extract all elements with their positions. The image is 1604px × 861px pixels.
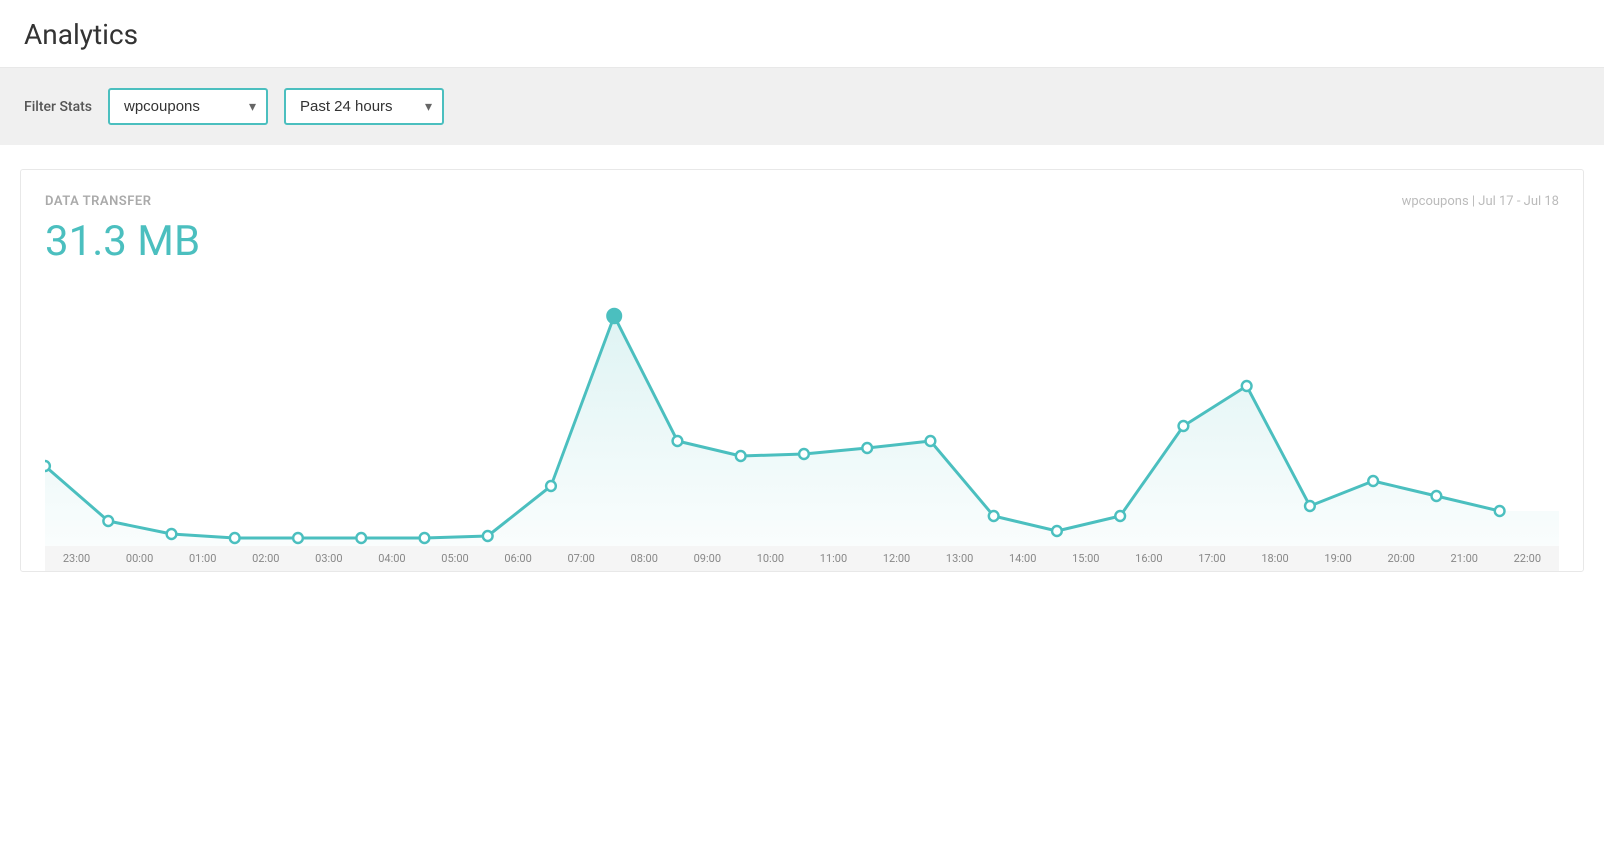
period-select-wrapper: Past 24 hours Past 7 days Past 30 days: [284, 88, 444, 125]
page-header: Analytics: [0, 0, 1604, 68]
x-label-05: 05:00: [423, 552, 486, 565]
x-label-18: 18:00: [1243, 552, 1306, 565]
dot-03: [293, 533, 303, 543]
chart-section: DATA TRANSFER wpcoupons | Jul 17 - Jul 1…: [20, 169, 1584, 572]
dot-06: [483, 531, 493, 541]
dot-08: [607, 309, 621, 323]
site-select-wrapper: wpcoupons: [108, 88, 268, 125]
x-label-22: 22:00: [1496, 552, 1559, 565]
dot-17: [1179, 421, 1189, 431]
x-label-04: 04:00: [360, 552, 423, 565]
x-label-09: 09:00: [676, 552, 739, 565]
x-label-19: 19:00: [1307, 552, 1370, 565]
x-label-07: 07:00: [550, 552, 613, 565]
site-select[interactable]: wpcoupons: [108, 88, 268, 125]
x-label-06: 06:00: [487, 552, 550, 565]
dot-00: [103, 516, 113, 526]
dot-22: [1495, 506, 1505, 516]
dot-09: [673, 436, 683, 446]
x-label-12: 12:00: [865, 552, 928, 565]
x-label-01: 01:00: [171, 552, 234, 565]
chart-header: DATA TRANSFER wpcoupons | Jul 17 - Jul 1…: [45, 194, 1559, 209]
line-chart: [45, 286, 1559, 546]
x-label-20: 20:00: [1370, 552, 1433, 565]
x-label-00: 00:00: [108, 552, 171, 565]
filter-bar: Filter Stats wpcoupons Past 24 hours Pas…: [0, 68, 1604, 145]
dot-04: [356, 533, 366, 543]
dot-19: [1305, 501, 1315, 511]
dot-05: [420, 533, 430, 543]
chart-meta: wpcoupons | Jul 17 - Jul 18: [1402, 194, 1559, 209]
period-select[interactable]: Past 24 hours Past 7 days Past 30 days: [284, 88, 444, 125]
x-label-08: 08:00: [613, 552, 676, 565]
dot-21: [1432, 491, 1442, 501]
x-label-02: 02:00: [234, 552, 297, 565]
dot-13: [926, 436, 936, 446]
x-label-13: 13:00: [928, 552, 991, 565]
dot-23: [45, 461, 50, 471]
chart-value: 31.3 MB: [45, 217, 1559, 286]
dot-11: [799, 449, 809, 459]
x-label-17: 17:00: [1180, 552, 1243, 565]
x-label-10: 10:00: [739, 552, 802, 565]
x-label-15: 15:00: [1054, 552, 1117, 565]
page-title: Analytics: [24, 18, 1580, 51]
x-label-23: 23:00: [45, 552, 108, 565]
x-label-03: 03:00: [297, 552, 360, 565]
x-axis-labels: 23:00 00:00 01:00 02:00 03:00 04:00 05:0…: [45, 546, 1559, 571]
x-label-11: 11:00: [802, 552, 865, 565]
dot-15: [1052, 526, 1062, 536]
dot-18: [1242, 381, 1252, 391]
dot-16: [1115, 511, 1125, 521]
chart-fill: [45, 316, 1559, 546]
dot-10: [736, 451, 746, 461]
dot-14: [989, 511, 999, 521]
dot-12: [862, 443, 872, 453]
chart-label: DATA TRANSFER: [45, 194, 151, 209]
dot-20: [1368, 476, 1378, 486]
x-label-16: 16:00: [1117, 552, 1180, 565]
dot-02: [230, 533, 240, 543]
x-label-14: 14:00: [991, 552, 1054, 565]
chart-area: 23:00 00:00 01:00 02:00 03:00 04:00 05:0…: [45, 286, 1559, 571]
dot-01: [167, 529, 177, 539]
filter-label: Filter Stats: [24, 99, 92, 115]
dot-07: [546, 481, 556, 491]
x-label-21: 21:00: [1433, 552, 1496, 565]
